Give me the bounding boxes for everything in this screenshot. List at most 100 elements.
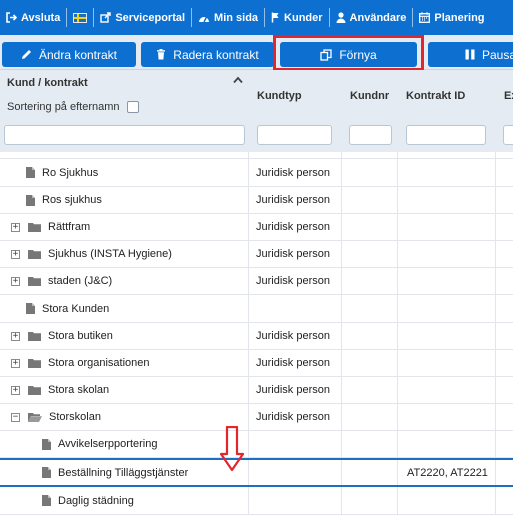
type-filter-input[interactable] [257, 125, 332, 145]
sort-by-surname: Sortering på efternamn [7, 101, 139, 113]
table-row[interactable]: − Storskolan Juridisk person [0, 404, 513, 431]
row-label: Beställning Tilläggstjänster [58, 466, 189, 479]
document-icon [26, 167, 35, 178]
edit-contract-label: Ändra kontrakt [38, 47, 118, 62]
nav-my-page[interactable]: Min sida [192, 0, 264, 35]
row-type: Juridisk person [256, 194, 330, 206]
row-label: Daglig städning [58, 494, 134, 507]
nav-language[interactable] [67, 0, 93, 35]
table-row[interactable]: Stora Kunden [0, 295, 513, 323]
pause-button[interactable]: Pausa [428, 42, 513, 67]
row-type: Juridisk person [256, 330, 330, 342]
contract-id-filter-input[interactable] [406, 125, 486, 145]
pause-label: Pausa [482, 47, 513, 62]
column-header-type[interactable]: Kundtyp [257, 90, 302, 102]
row-label: Ro Sjukhus [42, 166, 99, 179]
row-label: Rättfram [48, 221, 91, 233]
row-label: staden (J&C) [48, 275, 113, 287]
expand-icon[interactable]: + [11, 358, 20, 368]
expand-icon[interactable]: + [11, 276, 20, 286]
folder-icon [28, 358, 41, 368]
table-row[interactable]: + staden (J&C) Juridisk person [0, 268, 513, 295]
edit-contract-button[interactable]: Ändra kontrakt [2, 42, 136, 67]
table-row[interactable]: + Rättfram Juridisk person [0, 214, 513, 241]
table-row[interactable]: + Stora butiken Juridisk person [0, 323, 513, 350]
dashboard-icon [198, 13, 210, 23]
customer-contract-list: Ro Sjukhus Juridisk person Ros sjukhus J… [0, 152, 513, 517]
user-icon [336, 12, 346, 23]
row-type: Juridisk person [256, 248, 330, 260]
table-row[interactable]: + Sjukhus (INSTA Hygiene) Juridisk perso… [0, 241, 513, 268]
collapse-icon[interactable]: − [11, 412, 20, 422]
nav-planning-label: Planering [434, 11, 485, 24]
folder-icon [28, 385, 41, 395]
row-label: Stora organisationen [48, 357, 150, 369]
nav-serviceportal-label: Serviceportal [115, 11, 186, 24]
expand-icon[interactable]: + [11, 331, 20, 341]
nav-logout-label: Avsluta [21, 11, 61, 24]
row-label: Ros sjukhus [42, 194, 102, 206]
nav-logout[interactable]: Avsluta [0, 0, 66, 35]
column-header-customer[interactable]: Kund / kontrakt [7, 77, 88, 89]
row-type: Juridisk person [256, 384, 330, 396]
folder-icon [28, 249, 41, 259]
nav-users-label: Användare [349, 11, 407, 24]
nav-customers[interactable]: Kunder [265, 0, 329, 35]
row-label: Avvikelserpportering [58, 438, 158, 450]
row-type: Juridisk person [256, 275, 330, 287]
sort-by-surname-label: Sortering på efternamn [7, 101, 120, 113]
column-header-contract-id[interactable]: Kontrakt ID [406, 90, 465, 102]
row-contract-id: AT2220, AT2221 [407, 466, 488, 479]
document-icon [42, 438, 51, 450]
table-row[interactable]: Ro Sjukhus Juridisk person [0, 159, 513, 187]
expand-icon[interactable]: + [11, 222, 20, 232]
nav-serviceportal[interactable]: Serviceportal [94, 0, 191, 35]
column-header-number[interactable]: Kundnr [350, 90, 389, 102]
calendar-icon [419, 12, 431, 23]
renew-highlight-annotation [273, 35, 424, 71]
row-type: Juridisk person [256, 221, 330, 233]
row-type: Juridisk person [256, 411, 330, 423]
table-row[interactable]: Ros sjukhus Juridisk person [0, 187, 513, 214]
nav-my-page-label: Min sida [214, 11, 259, 24]
sort-by-surname-checkbox[interactable] [126, 101, 139, 113]
swedish-flag-icon [73, 12, 88, 23]
delete-contract-label: Radera kontrakt [173, 47, 259, 62]
top-navigation: Avsluta Serviceportal Min sida Kunder An… [0, 0, 513, 35]
table-row[interactable]: + Stora organisationen Juridisk person [0, 350, 513, 377]
nav-planning[interactable]: Planering [413, 0, 490, 35]
document-icon [42, 495, 51, 506]
nav-users[interactable]: Användare [330, 0, 413, 35]
action-toolbar: Ändra kontrakt Radera kontrakt Förnya Pa… [0, 35, 513, 70]
row-label: Stora skolan [48, 384, 110, 396]
row-label: Sjukhus (INSTA Hygiene) [48, 248, 172, 260]
expand-icon[interactable]: + [11, 249, 20, 259]
row-label: Stora Kunden [42, 302, 110, 315]
table-row[interactable]: Daglig städning [0, 487, 513, 515]
external-link-icon [100, 12, 112, 23]
number-filter-input[interactable] [349, 125, 392, 145]
pause-icon [465, 49, 475, 60]
expand-icon[interactable]: + [11, 385, 20, 395]
folder-icon [28, 331, 41, 341]
logout-icon [6, 12, 17, 23]
column-header-extra[interactable]: Ex [504, 90, 513, 102]
document-icon [26, 303, 35, 314]
row-label: Stora butiken [48, 330, 113, 342]
extra-filter-input[interactable] [503, 125, 513, 145]
customer-filter-input[interactable] [4, 125, 245, 145]
row-label: Storskolan [49, 411, 101, 423]
chevron-up-icon[interactable] [233, 76, 243, 84]
row-type: Juridisk person [256, 357, 330, 369]
folder-icon [28, 222, 41, 232]
delete-contract-button[interactable]: Radera kontrakt [141, 42, 274, 67]
document-icon [42, 467, 51, 478]
nav-customers-label: Kunder [284, 11, 323, 24]
table-row[interactable]: + Stora skolan Juridisk person [0, 377, 513, 404]
down-arrow-annotation-icon [220, 426, 244, 472]
flag-icon [271, 12, 280, 23]
document-icon [26, 194, 35, 206]
table-row[interactable]: Avvikelserpportering [0, 431, 513, 458]
table-row-selected[interactable]: Beställning Tilläggstjänster AT2220, AT2… [0, 458, 513, 487]
open-folder-icon [28, 412, 42, 422]
